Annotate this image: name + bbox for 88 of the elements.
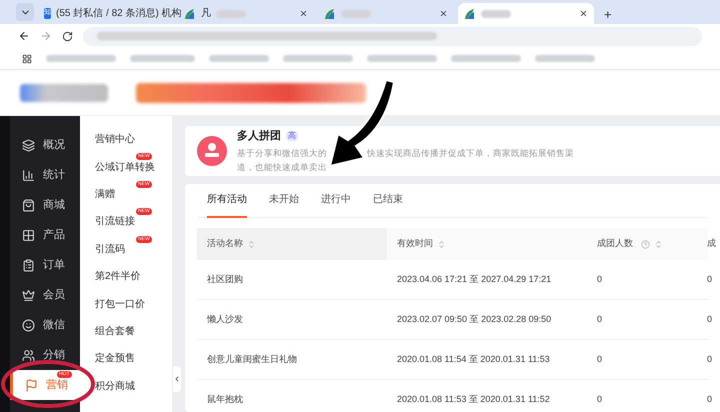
address-bar[interactable] [83,26,702,46]
table-cell-text: 0 [707,392,712,406]
table-cell-text: 2023.04.06 17:21 至 2027.04.29 17:21 [397,272,552,286]
sidebar-item[interactable]: 统计 [10,160,80,190]
menu-icon [22,168,35,182]
sidebar-item[interactable]: 概况 [10,130,80,160]
sort-icon[interactable] [654,240,663,248]
menu-icon [22,318,35,332]
forward-icon[interactable] [40,30,52,42]
column-header: 成 [706,237,717,250]
submenu-item[interactable]: 满赠 [95,186,115,202]
bookmark[interactable] [46,55,116,62]
new-tab-button[interactable]: + [604,8,612,21]
table-cell-text: 社区团购 [207,272,243,286]
table-cell-text: 创意儿童闺蜜生日礼物 [207,352,297,366]
submenu-item[interactable]: 积分商城 [95,378,135,394]
plan-badge: 高 [286,131,298,142]
sort-icon[interactable] [247,240,256,248]
table-cell-text: 0 [707,272,712,286]
table-cell-text: 懒人沙发 [207,312,243,326]
table-cell-text: 0 [707,312,712,326]
bookmark[interactable] [535,55,595,62]
sidebar-item[interactable]: 微信 [10,310,80,340]
submenu-item[interactable]: 公域订单转换 [95,160,155,175]
browser-tab[interactable] [458,3,594,24]
tab-list-button[interactable] [16,3,34,21]
sidebar-item[interactable]: 订单 [10,250,80,280]
bookmark[interactable] [130,55,195,62]
submenu-item[interactable]: 定金预售 [95,351,135,366]
activity-tab[interactable]: 已结束 [373,184,403,218]
site-logo-icon [464,8,476,20]
bookmark[interactable] [209,55,269,62]
submenu-item[interactable]: 组合套餐 [95,324,135,339]
sort-icon[interactable] [437,240,446,248]
bookmark[interactable] [283,55,353,62]
activity-tab[interactable]: 未开始 [269,184,299,218]
sidebar-item[interactable]: 会员 [10,280,80,310]
table-cell-text: 鼠年抱枕 [207,392,243,406]
bookmark[interactable] [451,55,521,62]
submenu-item[interactable]: 营销中心 [95,132,135,148]
apps-icon[interactable] [22,54,32,64]
site-logo-icon [324,8,336,20]
activity-tab[interactable]: 进行中 [321,184,351,218]
promo-title: 多人拼团 [237,128,281,144]
table-cell-text: 0 [597,312,602,326]
column-header: 成团人数 [587,228,697,260]
column-header: 活动名称 [197,228,387,260]
menu-icon [25,378,38,392]
table-cell-text: 0 [707,352,712,366]
table-cell-text: 2023.02.07 09:50 至 2023.02.28 09:50 [397,312,552,326]
bookmark[interactable] [367,55,437,62]
table-cell-text: 0 [597,392,602,406]
collapse-handle[interactable] [173,366,181,392]
sidebar-item[interactable]: 分销 [10,340,80,370]
close-icon[interactable] [439,9,448,18]
submenu-item[interactable]: 引流码 [95,242,125,257]
submenu-item[interactable]: 第2件半价 [95,269,141,284]
reload-icon[interactable] [62,30,73,42]
group-buy-icon [197,136,227,166]
sidebar-item[interactable]: 商城 [10,190,80,220]
table-cell-text: 0 [597,352,602,366]
sidebar-item[interactable]: 产品 [10,220,80,250]
promo-description: 快速实现商品传播并促成下单，商家既能拓展销售渠 [367,146,574,160]
submenu-item[interactable]: 打包一口价 [95,296,145,312]
table-cell-text: 2020.01.08 11:53 至 2020.01.31 11:52 [397,392,550,406]
table-cell-text: 0 [597,272,602,286]
menu-icon [22,138,35,152]
back-icon[interactable] [18,30,30,42]
redacted-text [216,10,246,18]
site-logo-icon [184,8,196,20]
close-icon[interactable] [299,9,308,18]
promo-description: 基于分享和微信强大的 [237,146,327,160]
menu-icon [22,288,35,302]
tab-title: (55 封私信 / 82 条消息) 机构 [56,6,182,21]
close-icon[interactable] [579,9,588,18]
tab-title: 凡 [201,7,211,21]
activity-tab[interactable]: 所有活动 [207,184,247,218]
promo-description: 道，也能快速成单卖出 [237,161,328,174]
column-header: 有效时间 [387,228,587,260]
redacted-text [481,10,511,18]
help-icon[interactable] [641,240,650,248]
submenu-item[interactable]: 引流链接 [95,214,135,230]
redacted-text [341,10,371,18]
menu-icon [22,198,35,212]
table-cell-text: 2020.01.08 11:54 至 2020.01.31 11:53 [397,352,550,366]
menu-icon [22,228,35,242]
menu-icon [22,348,35,362]
menu-icon [22,258,35,272]
